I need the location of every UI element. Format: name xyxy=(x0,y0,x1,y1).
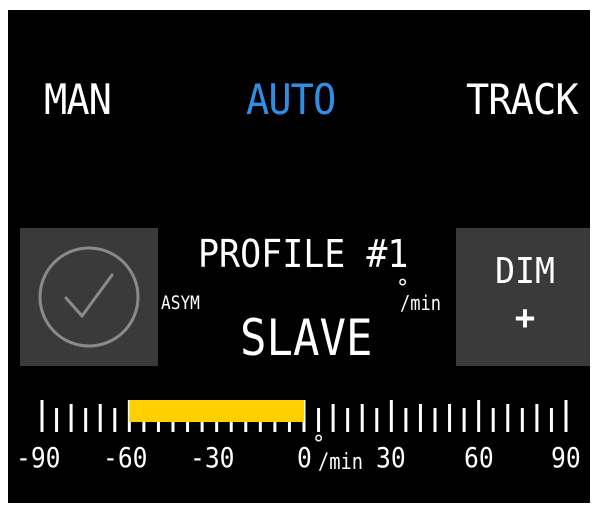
tick-label-neg30: -30 xyxy=(190,441,235,474)
tick-label-90: 90 xyxy=(551,441,581,474)
plus-label: + xyxy=(514,298,536,338)
rate-unit-suffix: /min xyxy=(400,291,441,315)
dim-label: DIM xyxy=(495,251,555,292)
rate-scale xyxy=(40,400,568,432)
scale-unit-suffix: /min xyxy=(318,450,364,475)
tick-label-30: 30 xyxy=(376,441,407,474)
range-bar[interactable] xyxy=(129,400,304,422)
slave-label: SLAVE xyxy=(240,309,373,367)
profile-title: PROFILE #1 xyxy=(198,232,409,276)
asym-label: ASYM xyxy=(161,292,200,314)
mode-track-tab[interactable]: TRACK xyxy=(466,76,579,124)
tick-label-0: 0 xyxy=(296,441,312,474)
dim-plus-button[interactable]: DIM + xyxy=(456,228,590,366)
tick-label-60: 60 xyxy=(463,441,494,474)
confirm-button[interactable] xyxy=(20,228,158,366)
checkmark-circle-icon xyxy=(38,246,140,348)
display-screen: MAN AUTO TRACK PROFILE #1 ASYM ° /min SL… xyxy=(8,10,590,503)
tick-label-neg60: -60 xyxy=(102,441,148,474)
mode-man-tab[interactable]: MAN xyxy=(44,76,112,124)
mode-auto-tab[interactable]: AUTO xyxy=(246,76,336,124)
tick-label-neg90: -90 xyxy=(15,441,61,474)
